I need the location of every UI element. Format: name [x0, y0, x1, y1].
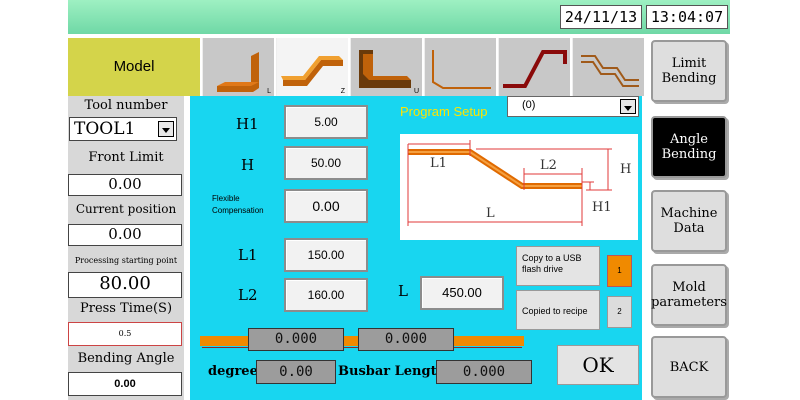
angle-bending-label-2: Bending [661, 147, 717, 162]
degree-value[interactable]: 0.00 [256, 360, 336, 384]
ok-button[interactable]: OK [557, 345, 639, 385]
l1-input[interactable]: 150.00 [284, 238, 368, 272]
mold-tag: Z [340, 88, 345, 95]
date-display: 24/11/13 [560, 5, 642, 29]
mold-tab-l[interactable]: L [202, 38, 274, 96]
mold-parameters-label-2: parameters [651, 295, 727, 310]
current-position-label: Current position [75, 202, 177, 216]
copied-recipe-button[interactable]: Copied to recipe [516, 290, 600, 330]
mold-tab-shape6[interactable] [572, 38, 644, 96]
l-input[interactable]: 450.00 [420, 276, 504, 310]
time-display: 13:04:07 [646, 5, 728, 29]
limit-bending-label-1: Limit [671, 56, 707, 71]
current-position-value: 0.00 [68, 224, 182, 246]
program-setup-title: Program Setup [400, 104, 488, 119]
front-limit-label: Front Limit [88, 150, 164, 165]
program-select-value: (0) [522, 99, 536, 111]
mold-tab-shape4[interactable] [424, 38, 496, 96]
flex-label-line2: Compensation [212, 206, 264, 215]
dropdown-arrow-icon[interactable] [620, 99, 636, 114]
diagram-l: L [486, 206, 495, 221]
angle-bending-button[interactable]: Angle Bending [651, 116, 727, 178]
model-label: Model [68, 38, 200, 96]
flexible-compensation-input[interactable]: 0.00 [284, 189, 368, 223]
l-label: L [398, 282, 408, 300]
mold-tab-u[interactable]: U [350, 38, 422, 96]
press-time-value[interactable]: 0.5 [68, 322, 182, 346]
diagram-h: H [620, 162, 632, 177]
back-label: BACK [669, 359, 709, 375]
z-bend-diagram-icon [407, 140, 612, 226]
machine-data-label-1: Machine [660, 206, 718, 221]
step-profile-icon [503, 50, 567, 88]
busbar-length-value[interactable]: 0.000 [436, 360, 532, 384]
slot-1-button[interactable]: 1 [607, 255, 632, 287]
diagram-h1: H1 [592, 200, 612, 215]
bar-value-1: 0.000 [248, 328, 344, 351]
tool-select-value: TOOL1 [74, 119, 136, 139]
bar-value-2: 0.000 [358, 328, 454, 351]
flex-label-line1: Flexible [212, 194, 240, 203]
l2-input[interactable]: 160.00 [284, 278, 368, 312]
mold-parameters-label-1: Mold [672, 280, 706, 295]
mold-parameters-button[interactable]: Mold parameters [651, 264, 727, 326]
press-time-label: Press Time(S) [79, 301, 173, 316]
machine-data-button[interactable]: Machine Data [651, 190, 727, 252]
tool-number-label: Tool number [84, 98, 168, 113]
copy-usb-button[interactable]: Copy to a USB flash drive [516, 246, 600, 286]
l1-label: L1 [238, 246, 258, 264]
mold-tab-z[interactable]: Z [276, 38, 348, 96]
degree-label: degree [208, 364, 258, 379]
dropdown-arrow-icon[interactable] [158, 121, 174, 137]
busbar-length-label: Busbar Length [338, 364, 447, 379]
offset-profile-icon [581, 55, 639, 87]
l2-label: L2 [238, 286, 258, 304]
front-limit-value: 0.00 [68, 174, 182, 196]
diagram-l1: L1 [430, 156, 447, 171]
h-input[interactable]: 50.00 [284, 146, 368, 180]
l-shape-icon [217, 52, 259, 92]
l-profile-icon [432, 50, 491, 89]
diagram-l2: L2 [540, 158, 557, 173]
h1-input[interactable]: 5.00 [284, 105, 368, 139]
machine-data-label-2: Data [673, 221, 705, 236]
u-shape-icon [359, 50, 411, 88]
bending-angle-value[interactable]: 0.00 [68, 372, 182, 396]
processing-start-value[interactable]: 80.00 [68, 272, 182, 298]
limit-bending-label-2: Bending [661, 71, 717, 86]
tool-select[interactable]: TOOL1 [69, 117, 177, 141]
h1-label: H1 [236, 115, 259, 133]
slot-2-button[interactable]: 2 [607, 296, 632, 328]
program-select[interactable]: (0) [507, 96, 639, 117]
processing-start-label: Processing starting point [74, 256, 178, 265]
bending-diagram: L1 L2 H H1 L [400, 134, 638, 240]
limit-bending-button[interactable]: Limit Bending [651, 40, 727, 102]
z-shape-icon [281, 56, 343, 86]
back-button[interactable]: BACK [651, 336, 727, 398]
mold-tab-shape5[interactable] [498, 38, 570, 96]
h-label: H [241, 156, 255, 174]
bending-angle-label: Bending Angle [77, 351, 175, 366]
mold-tag: L [267, 88, 271, 95]
mold-tag: U [413, 88, 419, 95]
angle-bending-label-1: Angle [670, 132, 708, 147]
